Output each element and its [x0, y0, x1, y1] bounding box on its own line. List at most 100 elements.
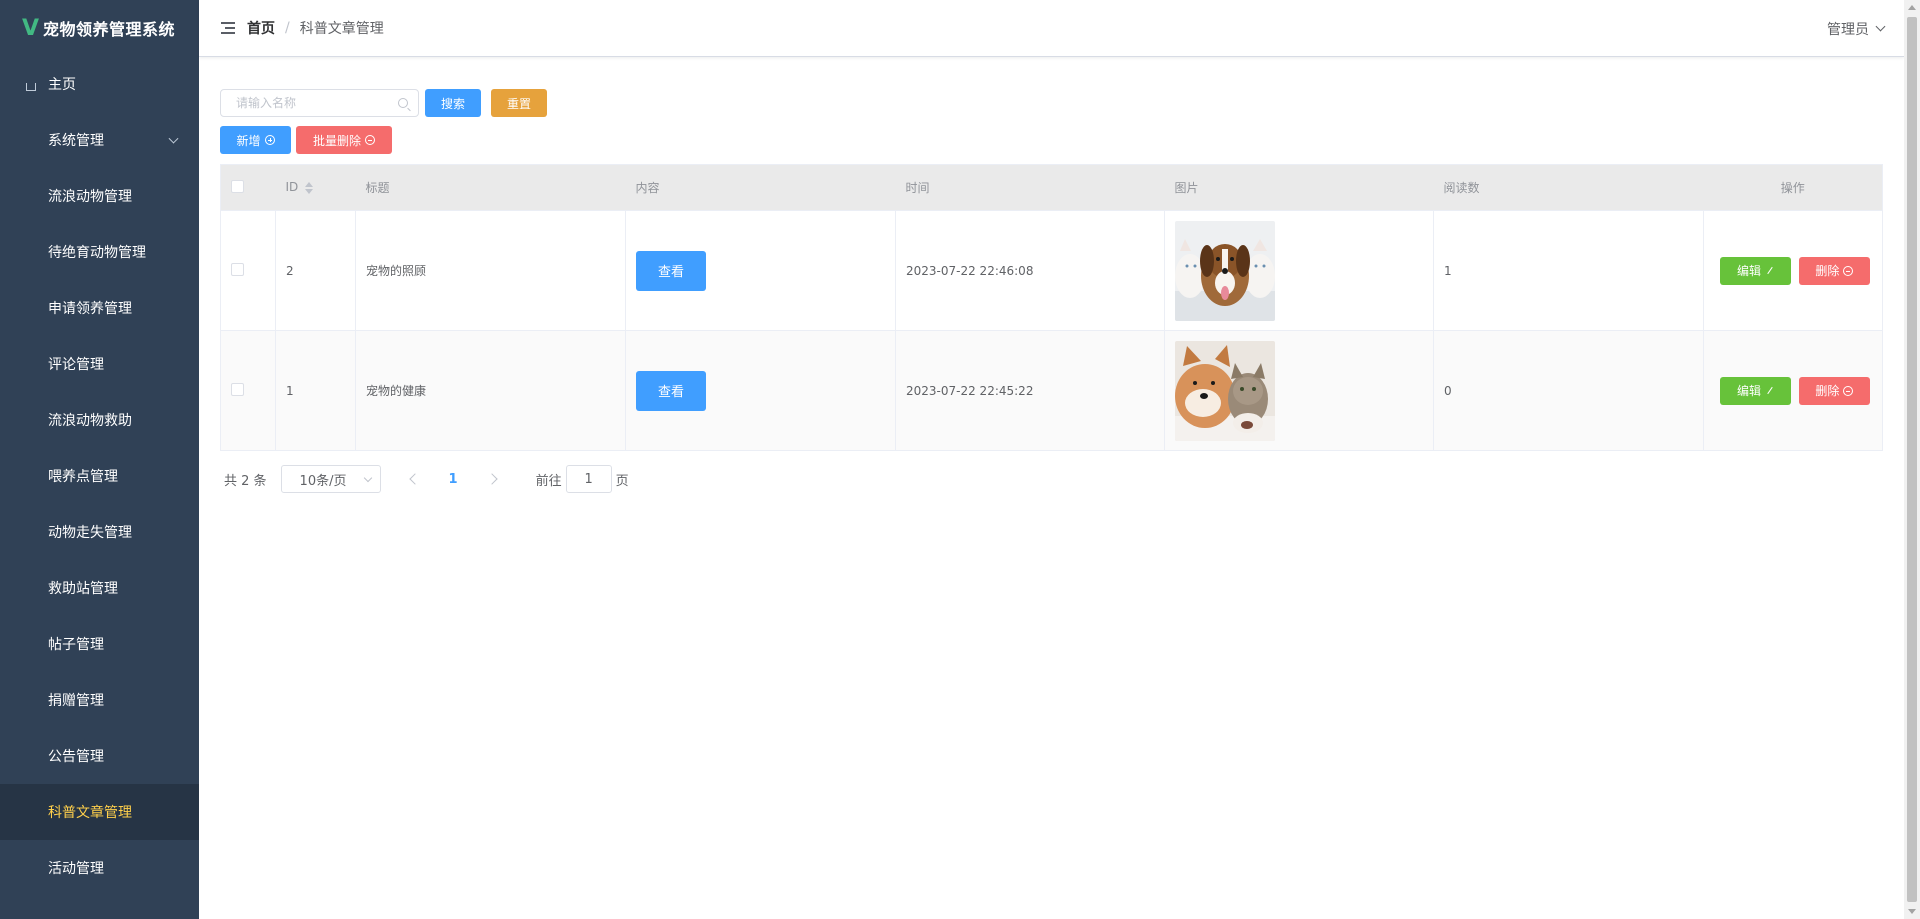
grid-icon — [24, 189, 38, 203]
grid-icon — [24, 693, 38, 707]
scrollbar-thumb[interactable] — [1907, 17, 1917, 902]
column-header-id[interactable]: ID — [275, 164, 356, 211]
chevron-down-icon — [363, 473, 372, 483]
vertical-scrollbar[interactable] — [1904, 0, 1920, 919]
sidebar-item-rescue[interactable]: 流浪动物救助 — [0, 392, 199, 448]
cell-image — [1164, 210, 1434, 331]
sidebar: V 宠物领养管理系统 主页 系统管理 流浪动物管理 待绝育动物管理 申请领养管理… — [0, 0, 199, 919]
main-content: 搜索 重置 新增 批量删除 ID 标题 内容 时间 图片 阅读数 操作 — [220, 89, 1883, 493]
articles-table: ID 标题 内容 时间 图片 阅读数 操作 2 宠物的照顾 查看 2023-07… — [220, 164, 1883, 451]
cell-content: 查看 — [625, 330, 896, 451]
sidebar-item-announcements[interactable]: 公告管理 — [0, 728, 199, 784]
sidebar-item-system[interactable]: 系统管理 — [0, 112, 199, 168]
grid-icon — [24, 637, 38, 651]
pagination: 共 2 条 10条/页 1 前往 页 — [220, 465, 1883, 493]
hamburger-menu-icon[interactable] — [221, 22, 235, 34]
cell-actions: 编辑 删除 — [1703, 210, 1883, 331]
select-all-checkbox[interactable] — [231, 179, 244, 193]
user-dropdown[interactable]: 管理员 — [1827, 0, 1886, 57]
delete-button[interactable]: 删除 — [1798, 376, 1870, 405]
edit-icon — [1767, 266, 1773, 275]
action-toolbar: 新增 批量删除 — [220, 126, 1883, 154]
table-row: 1 宠物的健康 查看 2023-07-22 22:45:22 0 编辑 删除 — [220, 330, 1883, 451]
row-checkbox[interactable] — [231, 382, 244, 396]
delete-button[interactable]: 删除 — [1798, 256, 1870, 285]
sidebar-item-posts[interactable]: 帖子管理 — [0, 616, 199, 672]
edit-button[interactable]: 编辑 — [1720, 376, 1791, 405]
circle-minus-icon — [1843, 385, 1854, 396]
sidebar-item-label: 帖子管理 — [48, 637, 104, 653]
sidebar-item-stray-animals[interactable]: 流浪动物管理 — [0, 168, 199, 224]
next-page-icon[interactable] — [485, 473, 498, 485]
column-header-content: 内容 — [625, 164, 896, 211]
cell-id: 2 — [275, 210, 356, 331]
delete-button-label: 删除 — [1815, 264, 1840, 278]
sidebar-item-rescue-stations[interactable]: 救助站管理 — [0, 560, 199, 616]
sidebar-item-label: 喂养点管理 — [48, 469, 118, 485]
grid-icon — [24, 357, 38, 371]
batch-delete-button[interactable]: 批量删除 — [296, 126, 392, 154]
article-thumbnail-puppy-kittens[interactable] — [1175, 220, 1275, 321]
search-toolbar: 搜索 重置 — [220, 89, 1883, 117]
shiba-cat-image — [1175, 340, 1275, 441]
view-button[interactable]: 查看 — [636, 370, 706, 411]
column-header-title: 标题 — [355, 164, 626, 211]
page-suffix-label: 页 — [615, 473, 629, 489]
page-number-current[interactable]: 1 — [449, 472, 458, 487]
sidebar-item-home[interactable]: 主页 — [0, 56, 199, 112]
grid-icon — [24, 861, 38, 875]
sidebar-item-feeding-points[interactable]: 喂养点管理 — [0, 448, 199, 504]
article-thumbnail-shiba-cat[interactable] — [1175, 340, 1275, 441]
cell-reads: 0 — [1433, 330, 1704, 451]
sidebar-item-label: 捐赠管理 — [48, 693, 104, 709]
row-checkbox[interactable] — [231, 262, 244, 276]
search-input[interactable] — [221, 90, 418, 116]
select-all-cell — [220, 164, 276, 211]
grid-icon — [24, 413, 38, 427]
sidebar-item-label: 流浪动物救助 — [48, 413, 132, 429]
sidebar-item-sterilization[interactable]: 待绝育动物管理 — [0, 224, 199, 280]
grid-icon — [24, 525, 38, 539]
reset-button[interactable]: 重置 — [491, 89, 547, 117]
sidebar-item-comments[interactable]: 评论管理 — [0, 336, 199, 392]
scroll-up-icon[interactable] — [1908, 5, 1916, 10]
edit-button-label: 编辑 — [1736, 384, 1761, 398]
vue-logo-icon: V — [22, 15, 40, 41]
scroll-down-icon[interactable] — [1908, 909, 1916, 914]
cell-image — [1164, 330, 1434, 451]
sidebar-item-lost-animals[interactable]: 动物走失管理 — [0, 504, 199, 560]
sidebar-item-activities[interactable]: 活动管理 — [0, 840, 199, 896]
batch-delete-label: 批量删除 — [312, 133, 361, 148]
edit-button[interactable]: 编辑 — [1720, 256, 1791, 285]
prev-page-icon[interactable] — [408, 473, 421, 485]
page-size-value: 10条/页 — [299, 473, 347, 489]
add-button[interactable]: 新增 — [220, 126, 291, 154]
app-title: 宠物领养管理系统 — [43, 20, 176, 39]
search-button[interactable]: 搜索 — [425, 89, 481, 117]
chevron-down-icon — [1875, 21, 1886, 32]
sidebar-item-donations[interactable]: 捐赠管理 — [0, 672, 199, 728]
sidebar-item-label: 流浪动物管理 — [48, 189, 132, 205]
add-button-label: 新增 — [236, 133, 261, 148]
sort-icon[interactable] — [304, 181, 314, 195]
app-logo: V 宠物领养管理系统 — [0, 0, 199, 56]
sidebar-item-label: 主页 — [48, 77, 76, 93]
sidebar-item-label: 科普文章管理 — [48, 805, 132, 821]
cell-actions: 编辑 删除 — [1703, 330, 1883, 451]
sidebar-item-adoption-requests[interactable]: 申请领养管理 — [0, 280, 199, 336]
goto-page-input[interactable] — [565, 465, 612, 493]
edit-button-label: 编辑 — [1736, 264, 1761, 278]
sidebar-item-articles[interactable]: 科普文章管理 — [0, 784, 199, 840]
delete-button-label: 删除 — [1815, 384, 1840, 398]
cell-title: 宠物的健康 — [355, 330, 626, 451]
page-size-select[interactable]: 10条/页 — [280, 465, 381, 493]
sidebar-item-label: 待绝育动物管理 — [48, 245, 146, 261]
view-button[interactable]: 查看 — [636, 250, 706, 291]
search-field — [220, 89, 419, 117]
sidebar-item-label: 评论管理 — [48, 357, 104, 373]
column-header-reads: 阅读数 — [1433, 164, 1704, 211]
cell-content: 查看 — [625, 210, 896, 331]
grid9-icon — [24, 133, 38, 147]
breadcrumb-home[interactable]: 首页 — [247, 18, 275, 38]
column-header-time: 时间 — [895, 164, 1165, 211]
